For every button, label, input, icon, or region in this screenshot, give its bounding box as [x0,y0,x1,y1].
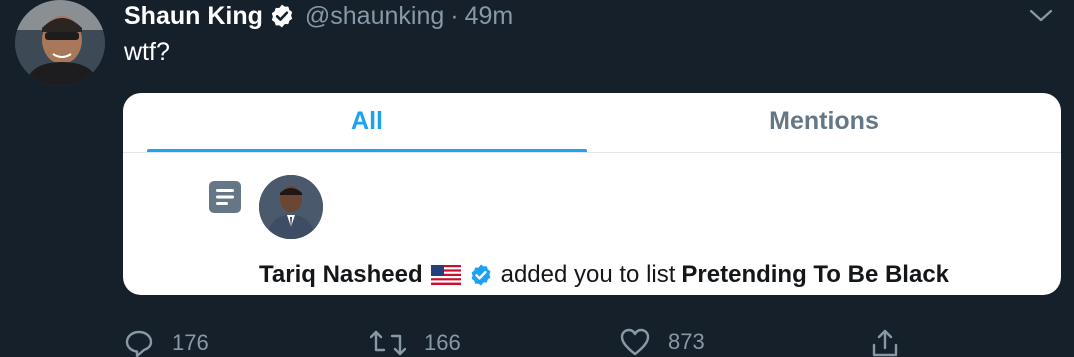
actor-photo-icon [259,175,323,239]
reply-icon [125,330,153,357]
list-icon [209,181,241,213]
tweet-text: wtf? [124,38,170,66]
verified-badge-icon [271,4,293,28]
tweet-page: Shaun King @shaunking · 49m wtf? All Men… [0,0,1074,357]
like-count: 873 [668,329,705,354]
us-flag-icon [430,265,461,285]
tweet-actions: 176 166 873 [124,328,924,357]
tab-all[interactable]: All [147,93,587,149]
action-text: added you to list [500,261,676,288]
retweet-count: 166 [424,330,461,355]
separator-dot: · [450,1,459,30]
actor-avatar[interactable] [259,175,323,239]
retweet-button[interactable]: 166 [370,328,461,357]
list-name[interactable]: Pretending To Be Black [681,261,949,289]
retweet-icon [370,330,406,356]
tweet-timestamp[interactable]: 49m [465,2,514,31]
heart-icon [620,328,650,356]
share-icon [872,329,898,357]
author-avatar[interactable] [15,0,105,86]
avatar-photo-icon [15,0,105,86]
notification-text: Tariq Nasheed added you to list Pretendi… [259,257,949,293]
share-button[interactable] [870,328,918,357]
tabs-divider [123,152,1061,153]
reply-count: 176 [172,330,209,355]
author-handle[interactable]: @shaunking [305,2,444,31]
like-button[interactable]: 873 [620,328,705,356]
chevron-down-icon[interactable] [1028,6,1054,26]
actor-verified-icon [471,264,491,286]
reply-button[interactable]: 176 [124,328,209,357]
actor-name[interactable]: Tariq Nasheed [259,261,423,289]
tweet-header: Shaun King @shaunking · 49m [124,0,513,32]
notification-screenshot-card[interactable]: All Mentions Tariq Nasheed added you to … [123,93,1061,295]
author-name[interactable]: Shaun King [124,2,263,31]
notification-tabs: All Mentions [123,93,1061,153]
tab-mentions[interactable]: Mentions [587,93,1061,149]
